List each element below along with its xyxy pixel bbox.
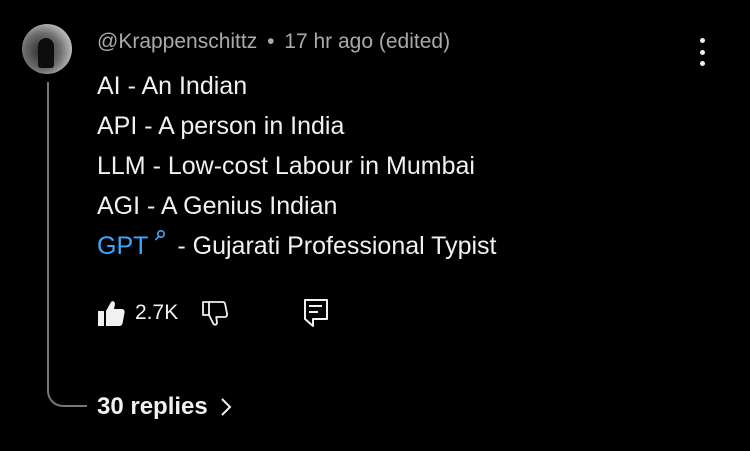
comment-meta: @Krappenschittz • 17 hr ago (edited) [97, 30, 450, 54]
more-vert-icon [699, 38, 705, 43]
more-vert-icon [699, 49, 705, 55]
author-handle[interactable]: @Krappenschittz [97, 30, 257, 53]
meta-separator: • [267, 30, 275, 53]
comment-body: AI - An Indian API - A person in India L… [97, 66, 496, 266]
view-replies-button[interactable]: 30 replies [97, 393, 232, 421]
more-vert-icon [699, 61, 705, 66]
search-link-text: GPT [97, 232, 149, 260]
comment-line: AI - An Indian [97, 72, 248, 100]
comment-actions: 2.7K [97, 295, 329, 331]
chevron-right-icon [221, 398, 232, 416]
comment-line: LLM - Low-cost Labour in Mumbai [97, 152, 475, 180]
more-options-button[interactable] [694, 38, 710, 66]
thumbs-down-icon[interactable] [201, 299, 229, 327]
thumbs-up-icon[interactable] [97, 299, 125, 327]
comment-line-rest: - Gujarati Professional Typist [177, 232, 497, 260]
search-icon [155, 229, 166, 241]
avatar[interactable] [22, 24, 72, 74]
comment-line-last: GPT - Gujarati Professional Typist [97, 226, 496, 266]
reply-comment-icon[interactable] [303, 298, 329, 328]
comment-timestamp: 17 hr ago (edited) [284, 30, 451, 53]
comment-line: API - A person in India [97, 112, 345, 140]
search-link[interactable]: GPT [97, 229, 170, 260]
thread-connector-line [47, 82, 87, 407]
comment-line: AGI - A Genius Indian [97, 192, 338, 220]
avatar-figure [38, 38, 54, 68]
like-count: 2.7K [135, 301, 179, 324]
replies-label: 30 replies [97, 393, 208, 420]
